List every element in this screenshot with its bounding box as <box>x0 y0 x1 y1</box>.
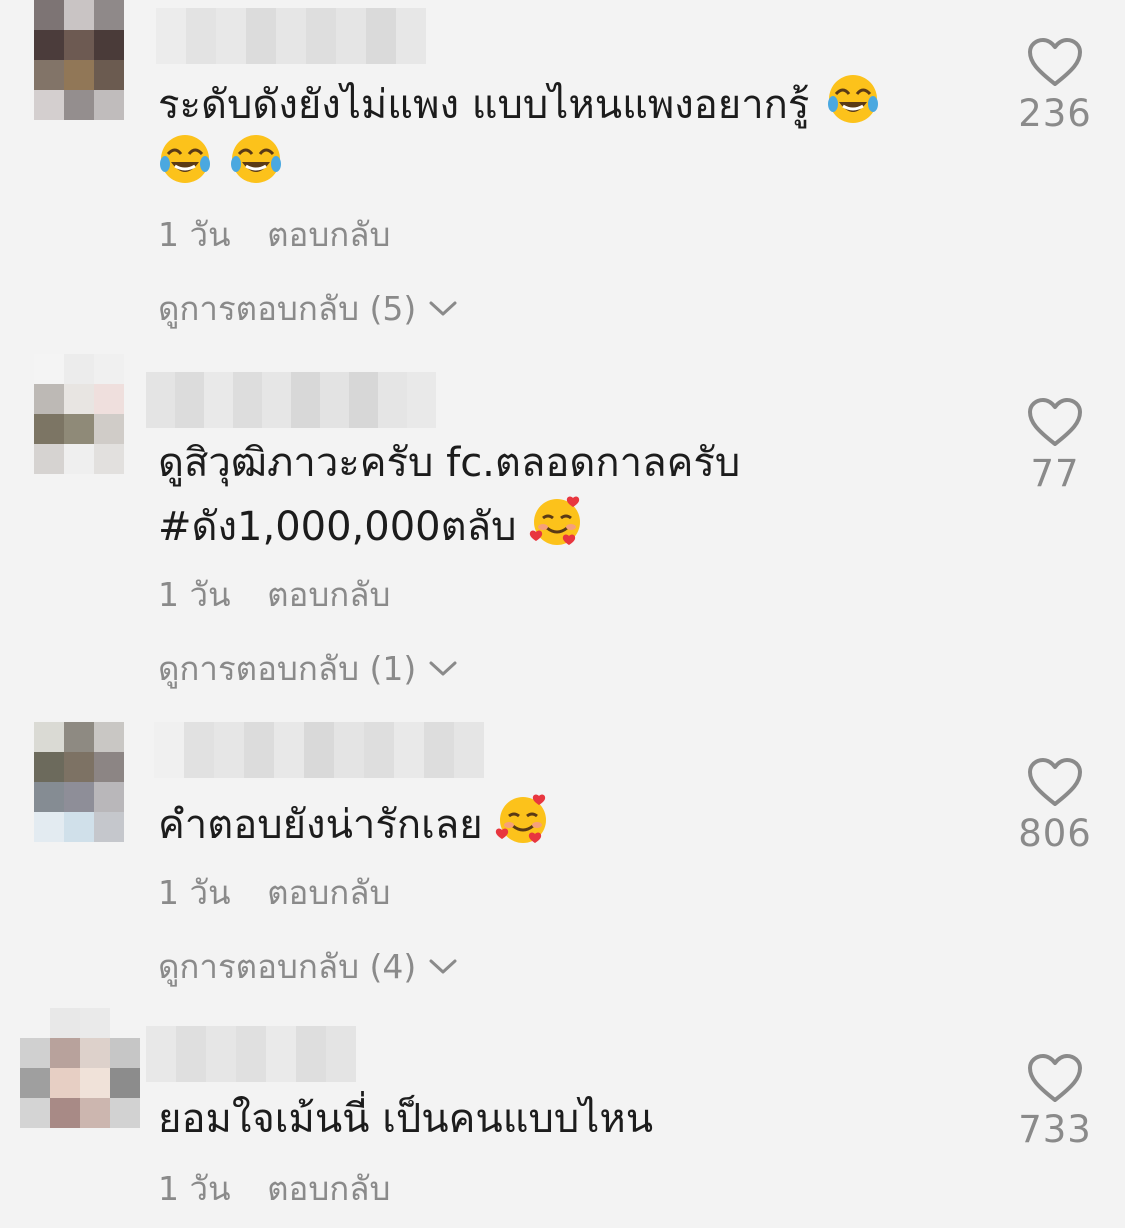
comment-date: 1 วัน <box>158 1169 231 1208</box>
heart-outline-icon <box>1028 38 1082 86</box>
comment-meta: 1 วัน ตอบกลับ <box>158 866 390 919</box>
heart-outline-icon <box>1028 758 1082 806</box>
reply-button[interactable]: ตอบกลับ <box>267 215 390 254</box>
face-with-tears-of-joy-icon <box>160 135 210 183</box>
avatar-lower <box>34 90 124 120</box>
username-redacted[interactable] <box>156 8 426 64</box>
avatar[interactable] <box>34 0 124 90</box>
like-button[interactable]: 806 <box>1000 758 1110 855</box>
view-replies-label: ดูการตอบกลับ (4) <box>158 947 417 986</box>
comment-text-content: คำตอบยังน่ารักเลย <box>158 802 483 848</box>
comment-text-content: ยอมใจเม้นนี่ เป็นคนแบบไหน <box>158 1096 654 1142</box>
chevron-down-icon <box>429 959 457 973</box>
like-button[interactable]: 733 <box>1000 1054 1110 1151</box>
chevron-down-icon <box>429 301 457 315</box>
username-redacted[interactable] <box>154 722 484 778</box>
smiling-face-with-hearts-icon <box>530 496 581 545</box>
comment-meta: 1 วัน ตอบกลับ <box>158 208 390 261</box>
like-count: 236 <box>1018 92 1092 135</box>
reply-button[interactable]: ตอบกลับ <box>267 873 390 912</box>
comment-meta: 1 วัน ตอบกลับ <box>158 1162 390 1215</box>
view-replies-label: ดูการตอบกลับ (1) <box>158 649 417 688</box>
comment-text: คำตอบยังน่ารักเลย <box>158 792 938 856</box>
smiling-face-with-hearts-icon <box>496 794 547 843</box>
view-replies-button[interactable]: ดูการตอบกลับ (4) <box>158 940 458 993</box>
avatar[interactable] <box>34 722 124 842</box>
comment-text: #ดัง1,000,000ตลับ <box>158 494 938 558</box>
reply-button[interactable]: ตอบกลับ <box>267 575 390 614</box>
comment-date: 1 วัน <box>158 575 231 614</box>
like-button[interactable]: 77 <box>1000 398 1110 495</box>
comment-text: ดูสิวุฒิภาวะครับ fc.ตลอดกาลครับ <box>158 432 938 494</box>
avatar[interactable] <box>34 354 124 474</box>
face-with-tears-of-joy-icon <box>828 75 879 123</box>
view-replies-button[interactable]: ดูการตอบกลับ (1) <box>158 642 458 695</box>
username-redacted[interactable] <box>146 1026 356 1082</box>
comment-text: ยอมใจเม้นนี่ เป็นคนแบบไหน <box>158 1088 938 1150</box>
like-count: 77 <box>1030 452 1080 495</box>
chevron-down-icon <box>429 661 457 675</box>
comment-meta: 1 วัน ตอบกลับ <box>158 568 390 621</box>
like-button[interactable]: 236 <box>1000 38 1110 135</box>
comment-text-line-1: ดูสิวุฒิภาวะครับ fc.ตลอดกาลครับ <box>158 440 741 486</box>
like-count: 806 <box>1018 812 1092 855</box>
comment-text-line-2: #ดัง1,000,000ตลับ <box>158 504 517 550</box>
avatar[interactable] <box>20 1008 140 1128</box>
comment-text-emoji-line <box>158 132 938 196</box>
face-with-tears-of-joy-icon <box>230 135 281 183</box>
heart-outline-icon <box>1028 1054 1082 1102</box>
comment-text: ระดับดังยังไม่แพง แบบไหนแพงอยากรู้ <box>158 72 938 136</box>
view-replies-button[interactable]: ดูการตอบกลับ (5) <box>158 282 458 335</box>
heart-outline-icon <box>1028 398 1082 446</box>
comment-date: 1 วัน <box>158 215 231 254</box>
comment-date: 1 วัน <box>158 873 231 912</box>
comment-text-content: ระดับดังยังไม่แพง แบบไหนแพงอยากรู้ <box>158 82 810 128</box>
like-count: 733 <box>1018 1108 1092 1151</box>
view-replies-label: ดูการตอบกลับ (5) <box>158 289 417 328</box>
reply-button[interactable]: ตอบกลับ <box>267 1169 390 1208</box>
username-redacted[interactable] <box>146 372 436 428</box>
